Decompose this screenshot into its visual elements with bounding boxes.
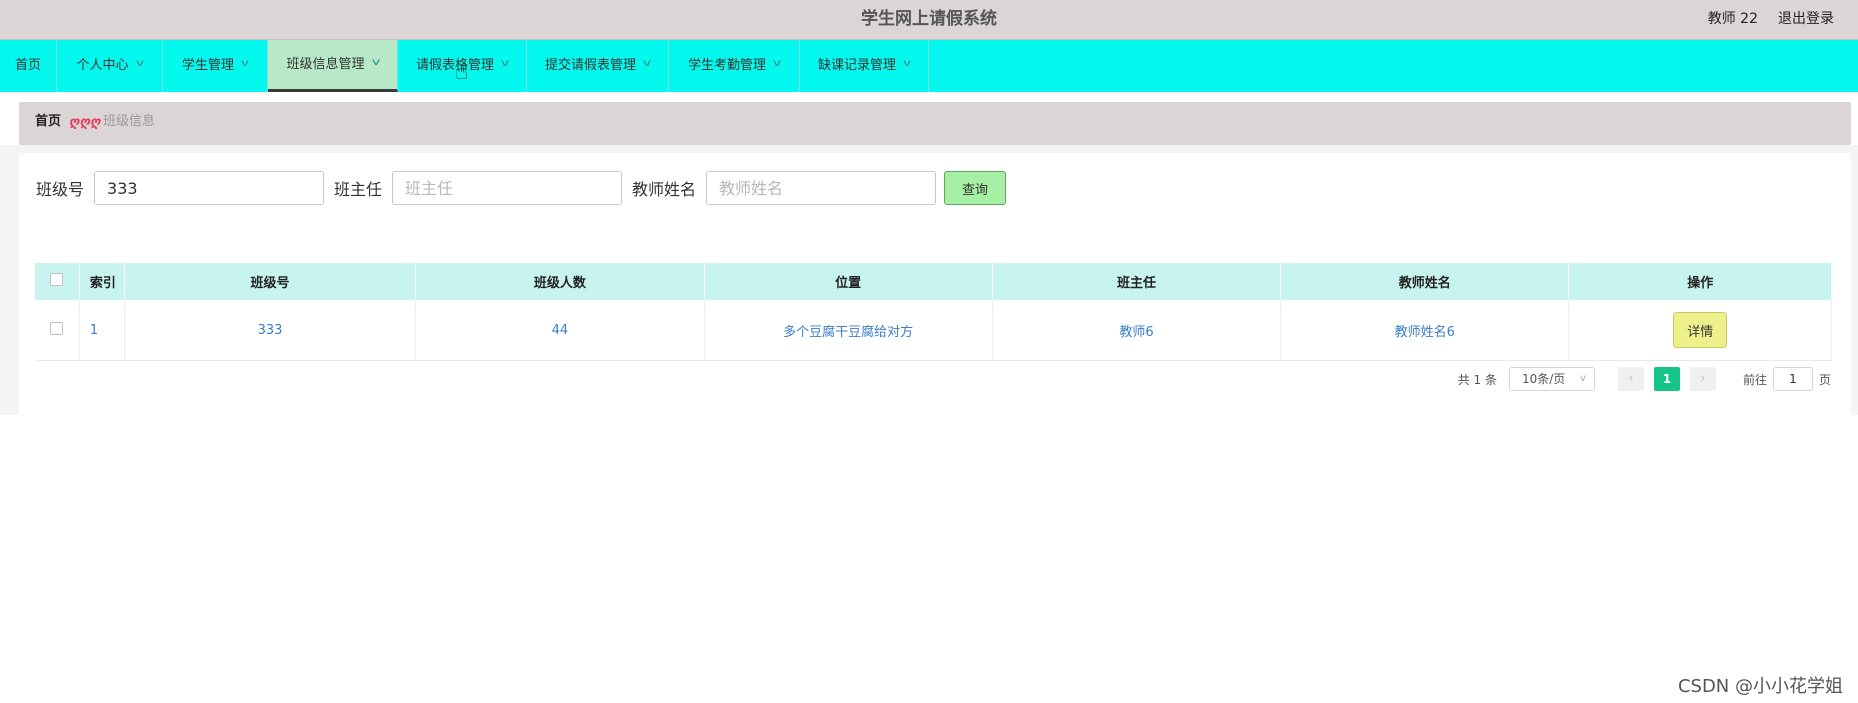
logout-link[interactable]: 退出登录: [1778, 0, 1834, 39]
head-teacher-input[interactable]: [392, 171, 623, 205]
current-user: 教师 22: [1707, 11, 1758, 27]
column-header: 班级人数: [415, 263, 705, 300]
menu-label: 缺课记录管理: [818, 58, 897, 73]
chevron-down-icon: v: [642, 58, 652, 69]
chevron-down-icon: v: [240, 58, 250, 69]
chevron-left-icon: ‹: [1628, 371, 1634, 386]
table-header-row: 索引 班级号 班级人数 位置 班主任 教师姓名 操作: [35, 263, 1832, 300]
detail-button[interactable]: 详情: [1673, 312, 1728, 348]
class-table: 索引 班级号 班级人数 位置 班主任 教师姓名 操作 1 333 44 多个豆腐…: [35, 263, 1832, 361]
chevron-right-icon: ›: [1700, 371, 1706, 386]
menu-item-submit-leave-management[interactable]: 提交请假表管理 v: [527, 40, 669, 92]
goto-label: 前往: [1742, 372, 1767, 387]
index-cell: 1: [79, 300, 125, 361]
location-cell: 多个豆腐干豆腐给对方: [704, 300, 993, 361]
hand-cursor-icon: ☝: [455, 60, 469, 85]
pagination: 共 1 条 10条/页 v ‹ 1 › 前往 1 页: [1458, 367, 1831, 391]
next-page-button[interactable]: ›: [1689, 367, 1716, 391]
app-title: 学生网上请假系统: [861, 9, 997, 29]
head-teacher-label: 班主任: [334, 180, 383, 199]
query-button[interactable]: 查询: [944, 171, 1007, 205]
column-header: 班主任: [992, 263, 1282, 300]
menu-label: 个人中心: [76, 58, 129, 73]
column-header: 位置: [704, 263, 993, 300]
chevron-down-icon: v: [371, 56, 380, 68]
chevron-down-icon: v: [1580, 373, 1586, 384]
main-menu: 首页 个人中心 v 学生管理 v 班级信息管理 v 请假表格管理 v 提交请假表管理 v …: [0, 40, 1858, 92]
content-card: 班级号 班主任 教师姓名 查询 索引 班级号 班级人数 位置 班主任 教师姓名 …: [19, 153, 1851, 415]
search-form: 班级号 班主任 教师姓名 查询: [36, 170, 1007, 206]
content-area: 班级号 班主任 教师姓名 查询 索引 班级号 班级人数 位置 班主任 教师姓名 …: [0, 145, 1858, 415]
prev-page-button[interactable]: ‹: [1617, 367, 1644, 391]
watermark: CSDN @小小花学姐: [1677, 676, 1843, 697]
menu-label: 学生考勤管理: [688, 58, 767, 73]
row-select-cell: [35, 300, 80, 361]
column-header: 班级号: [124, 263, 417, 300]
page-suffix: 页: [1818, 372, 1831, 387]
chevron-down-icon: v: [772, 58, 782, 69]
menu-item-home[interactable]: 首页: [0, 40, 57, 92]
teacher-name-label: 教师姓名: [632, 180, 697, 199]
class-no-cell: 333: [124, 300, 417, 361]
breadcrumb: 首页 ღღღ 班级信息: [19, 102, 1851, 145]
chevron-down-icon: v: [500, 58, 510, 69]
class-no-label: 班级号: [36, 180, 85, 199]
breadcrumb-current: 班级信息: [103, 114, 156, 129]
menu-label: 班级信息管理: [286, 56, 365, 72]
chevron-down-icon: v: [902, 58, 912, 69]
select-all-checkbox[interactable]: [50, 273, 64, 286]
page-size-value: 10条/页: [1521, 372, 1566, 386]
menu-item-absence-record-management[interactable]: 缺课记录管理 v: [800, 40, 929, 92]
column-header: 索引: [79, 263, 125, 300]
menu-item-class-info-management[interactable]: 班级信息管理 v: [268, 40, 398, 92]
row-checkbox[interactable]: [50, 321, 64, 335]
breadcrumb-home[interactable]: 首页: [35, 102, 61, 142]
menu-label: 学生管理: [182, 58, 235, 73]
chevron-down-icon: v: [135, 58, 144, 69]
goto-page-input[interactable]: 1: [1772, 367, 1813, 391]
select-all-cell: [35, 263, 80, 300]
teacher-name-cell: 教师姓名6: [1280, 300, 1570, 361]
total-count: 共 1 条: [1457, 372, 1497, 387]
title-bar: 学生网上请假系统 教师 22 退出登录: [0, 0, 1858, 40]
breadcrumb-separator: ღღღ: [69, 115, 101, 130]
table-row: 1 333 44 多个豆腐干豆腐给对方 教师6 教师姓名6 详情: [35, 300, 1832, 361]
head-teacher-cell: 教师6: [992, 300, 1282, 361]
page-number-button[interactable]: 1: [1653, 367, 1680, 391]
menu-item-attendance-management[interactable]: 学生考勤管理 v: [669, 40, 800, 92]
menu-label: 首页: [14, 58, 41, 73]
menu-item-student-management[interactable]: 学生管理 v: [163, 40, 268, 92]
teacher-name-input[interactable]: [706, 171, 937, 205]
column-header: 操作: [1568, 263, 1832, 300]
action-cell: 详情: [1568, 300, 1832, 361]
class-no-input[interactable]: [94, 171, 325, 205]
count-cell: 44: [415, 300, 705, 361]
menu-label: 提交请假表管理: [545, 58, 637, 73]
menu-item-personal-center[interactable]: 个人中心 v: [57, 40, 163, 92]
column-header: 教师姓名: [1280, 263, 1570, 300]
page-size-select[interactable]: 10条/页 v: [1508, 367, 1595, 391]
